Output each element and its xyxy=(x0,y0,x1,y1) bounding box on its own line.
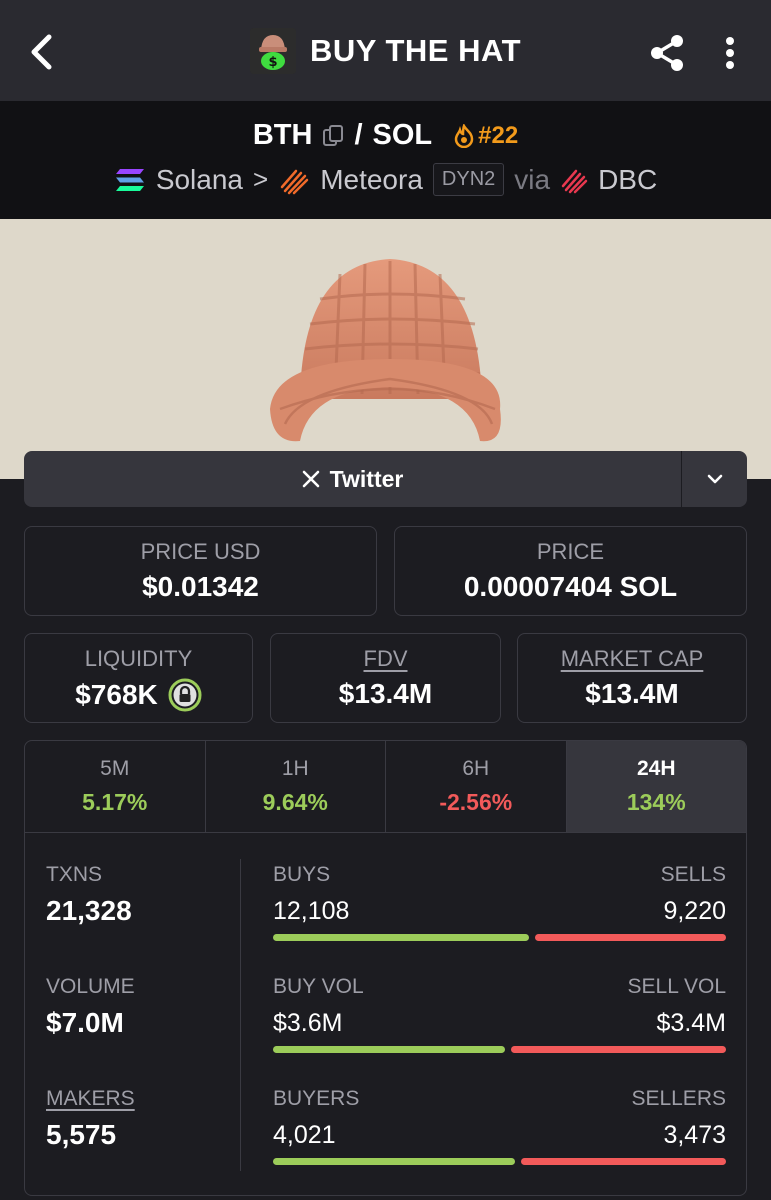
makers-value: 5,575 xyxy=(46,1119,117,1150)
txns-label: TXNS xyxy=(46,863,103,886)
price-usd-value: $0.01342 xyxy=(142,571,259,602)
price-usd-label: PRICE USD xyxy=(140,539,261,564)
buyers-sellers-bar xyxy=(273,1158,726,1165)
txns-metric: TXNS 21,328 xyxy=(46,863,132,927)
sells-bar-segment xyxy=(535,934,726,941)
solana-icon xyxy=(115,168,144,191)
top-app-bar: $ BUY THE HAT xyxy=(0,0,771,101)
trending-rank[interactable]: #22 xyxy=(454,122,518,150)
social-dropdown-button[interactable] xyxy=(681,451,747,507)
buy-sell-volume-bar xyxy=(273,1046,726,1053)
dbc-icon xyxy=(561,169,588,193)
makers-label[interactable]: MAKERS xyxy=(46,1087,135,1111)
volume-value: $7.0M xyxy=(46,1007,124,1038)
share-icon xyxy=(651,35,683,71)
pair-route: Solana > Meteora DYN2 via DBC xyxy=(0,163,771,196)
buys-sells-bar xyxy=(273,934,726,941)
base-symbol: BTH xyxy=(252,119,313,151)
buyers-sellers-ratio: BUYERS SELLERS 4,021 3,473 xyxy=(273,1087,726,1165)
buy-vol-bar-segment xyxy=(273,1046,506,1053)
pair-info: BTH / SOL #22 Solana > Meteora DYN2 via … xyxy=(0,101,771,219)
flame-icon xyxy=(454,123,474,148)
token-logo: $ xyxy=(249,28,296,74)
sellers-value: 3,473 xyxy=(663,1121,726,1149)
pair-separator: / xyxy=(354,119,363,151)
tab-label: 5M xyxy=(100,757,130,780)
buy-sell-volume-ratio: BUY VOL SELL VOL $3.6M $3.4M xyxy=(273,975,726,1053)
copy-icon[interactable] xyxy=(322,124,344,148)
liquidity-card: LIQUIDITY $768K xyxy=(24,633,253,723)
meteora-icon xyxy=(280,169,309,194)
sell-vol-label: SELL VOL xyxy=(627,975,726,998)
quote-symbol: SOL xyxy=(372,119,433,151)
via-label: via xyxy=(514,163,551,195)
buys-label: BUYS xyxy=(273,863,331,886)
twitter-button[interactable]: Twitter xyxy=(24,451,681,507)
buy-vol-value: $3.6M xyxy=(273,1009,343,1037)
trading-stats-panel: 5M 5.17% 1H 9.64% 6H -2.56% 24H 134% TXN… xyxy=(24,740,747,1196)
more-vertical-icon xyxy=(726,37,734,69)
liquidity-value: $768K xyxy=(75,679,158,710)
price-usd-card: PRICE USD $0.01342 xyxy=(24,526,377,616)
page-title: BUY THE HAT xyxy=(309,33,522,68)
buyers-value: 4,021 xyxy=(273,1121,336,1149)
market-cap-label[interactable]: MARKET CAP xyxy=(518,646,746,672)
tab-6h[interactable]: 6H -2.56% xyxy=(386,741,567,832)
twitter-label: Twitter xyxy=(329,465,404,492)
tab-label: 1H xyxy=(281,757,309,780)
sell-vol-value: $3.4M xyxy=(656,1009,726,1037)
txns-value: 21,328 xyxy=(46,895,132,926)
tab-change: -2.56% xyxy=(439,789,513,815)
buy-vol-label: BUY VOL xyxy=(273,975,364,998)
sells-value: 9,220 xyxy=(663,897,726,925)
x-logo-icon xyxy=(302,470,319,488)
social-links-bar: Twitter xyxy=(24,451,747,507)
column-divider xyxy=(240,859,241,1171)
chain-link[interactable]: Solana xyxy=(156,164,243,196)
sellers-label: SELLERS xyxy=(631,1087,726,1110)
sells-label: SELLS xyxy=(660,863,726,886)
timeframe-tabs: 5M 5.17% 1H 9.64% 6H -2.56% 24H 134% xyxy=(25,741,746,833)
token-banner-image xyxy=(0,219,771,479)
buys-sells-ratio: BUYS SELLS 12,108 9,220 xyxy=(273,863,726,941)
sellers-bar-segment xyxy=(521,1158,726,1165)
chevron-right-icon: > xyxy=(253,164,269,194)
tab-5m[interactable]: 5M 5.17% xyxy=(25,741,206,832)
launchpad-link[interactable]: DBC xyxy=(598,164,657,196)
tab-change: 5.17% xyxy=(82,789,148,815)
liquidity-label: LIQUIDITY xyxy=(84,646,193,671)
buyers-bar-segment xyxy=(273,1158,516,1165)
tab-change: 134% xyxy=(626,789,686,815)
volume-label: VOLUME xyxy=(46,975,135,998)
pair-name: BTH / SOL #22 xyxy=(0,119,771,152)
buys-bar-segment xyxy=(273,934,530,941)
sell-vol-bar-segment xyxy=(511,1046,726,1053)
makers-metric: MAKERS 5,575 xyxy=(46,1087,135,1151)
fdv-label[interactable]: FDV xyxy=(271,646,500,672)
dex-link[interactable]: Meteora xyxy=(320,164,423,196)
volume-metric: VOLUME $7.0M xyxy=(46,975,135,1039)
lock-icon[interactable] xyxy=(168,678,202,712)
buys-value: 12,108 xyxy=(273,897,350,925)
price-native-label: PRICE xyxy=(536,539,605,564)
tab-24h[interactable]: 24H 134% xyxy=(566,741,746,832)
fdv-card: FDV $13.4M xyxy=(270,633,501,723)
buyers-label: BUYERS xyxy=(273,1087,360,1110)
svg-text:$: $ xyxy=(268,55,277,70)
price-native-value: 0.00007404 SOL xyxy=(463,571,678,602)
chevron-down-icon xyxy=(707,474,722,484)
market-cap-value: $13.4M xyxy=(585,678,679,709)
more-options-button[interactable] xyxy=(712,32,748,74)
fdv-value: $13.4M xyxy=(338,678,433,709)
rank-label: #22 xyxy=(478,121,519,149)
price-native-card: PRICE 0.00007404 SOL xyxy=(394,526,747,616)
tab-1h[interactable]: 1H 9.64% xyxy=(206,741,386,832)
tab-change: 9.64% xyxy=(262,789,328,815)
tab-label: 6H xyxy=(462,757,490,780)
market-cap-card: MARKET CAP $13.4M xyxy=(517,633,747,723)
share-button[interactable] xyxy=(646,32,688,74)
dex-version-badge: DYN2 xyxy=(432,163,505,196)
tab-label: 24H xyxy=(636,757,676,780)
